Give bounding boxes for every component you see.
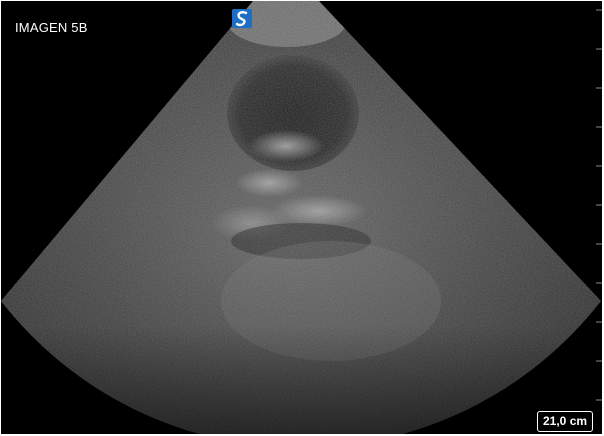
ultrasound-viewer: IMAGEN 5B 21,0 cm <box>1 1 602 434</box>
scanner-brand-logo-icon <box>232 9 252 28</box>
depth-readout: 21,0 cm <box>537 411 594 432</box>
depth-scale-ruler <box>596 9 602 401</box>
ultrasound-sector-image <box>1 1 601 434</box>
image-label: IMAGEN 5B <box>15 20 88 35</box>
